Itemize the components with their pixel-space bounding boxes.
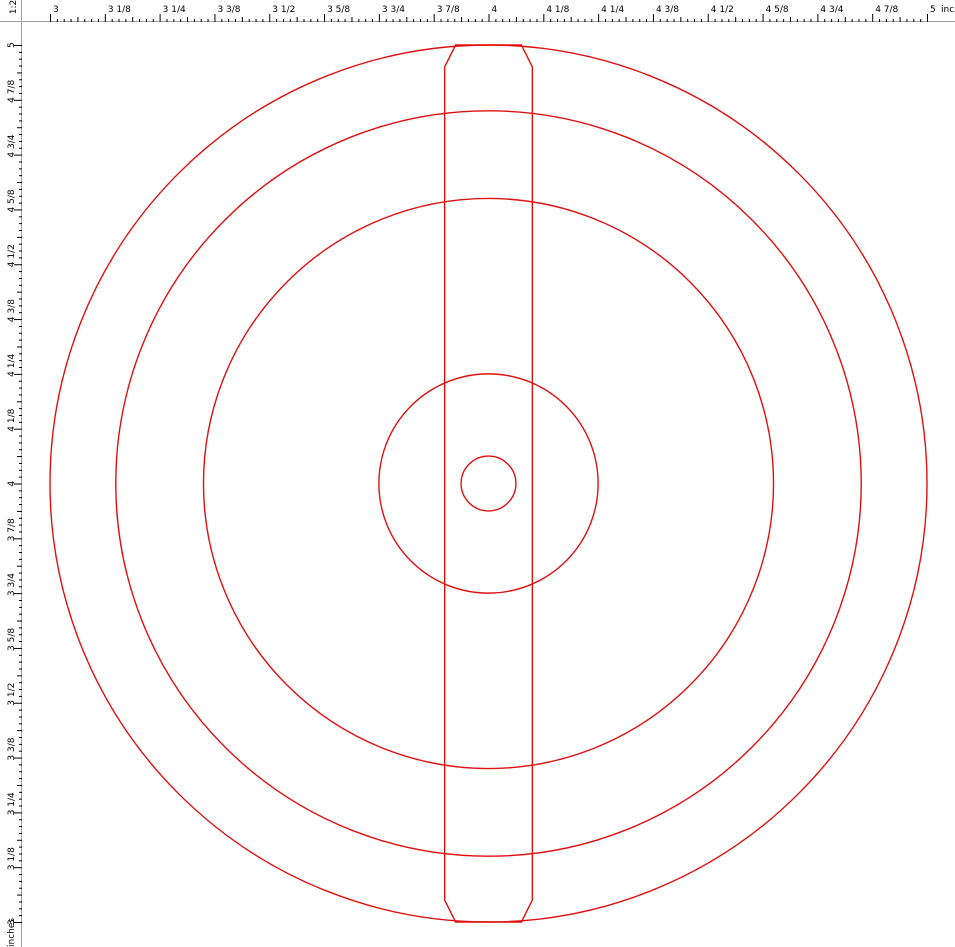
vertical-ruler-label: 3 1/2 [7, 683, 17, 706]
horizontal-ruler-ticks [22, 14, 955, 22]
vertical-ruler-label: 4 1/4 [7, 354, 17, 377]
outer-circle [49, 44, 928, 923]
horizontal-ruler-label: 3 5/8 [327, 5, 350, 15]
drawing-canvas[interactable] [22, 22, 955, 947]
vertical-ruler-label: 4 7/8 [7, 79, 17, 102]
horizontal-ruler-label: 3 [53, 5, 59, 15]
vertical-ruler-unit-label: inches [7, 918, 17, 947]
vertical-ruler-label: 4 3/4 [7, 134, 17, 157]
horizontal-ruler-label: 3 7/8 [437, 5, 460, 15]
horizontal-ruler-label: 4 [492, 5, 498, 15]
vertical-ruler-label: 3 1/4 [7, 792, 17, 815]
vertical-ruler-label: 3 1/8 [7, 847, 17, 870]
hub-circle [378, 373, 599, 594]
drawing-svg [49, 44, 928, 923]
horizontal-ruler-label: 4 3/8 [656, 5, 679, 15]
vertical-ruler-label: 3 3/8 [7, 737, 17, 760]
scale-label: 1:2 [9, 0, 20, 15]
cad-drawing-window: 1:2 3 3 1/8 3 1/4 3 3/8 3 1/2 3 5/8 3 3/4 3 7/8… [0, 0, 955, 947]
horizontal-ruler-label: 4 1/2 [711, 5, 734, 15]
vertical-ruler-label: 3 3/4 [7, 573, 17, 596]
vertical-ruler-label: 4 1/8 [7, 408, 17, 431]
horizontal-ruler-label: 4 1/4 [601, 5, 624, 15]
horizontal-ruler-label: 4 1/8 [546, 5, 569, 15]
vertical-ruler-label: 4 [7, 481, 17, 487]
center-hole [460, 455, 517, 512]
horizontal-ruler-unit-label: inches [941, 5, 955, 15]
vertical-ruler[interactable]: 5 4 7/8 4 3/4 4 5/8 4 1/2 4 3/8 4 1/4 4 1/8 4 3 7… [0, 22, 22, 947]
vertical-ruler-label: 3 5/8 [7, 628, 17, 651]
second-circle [115, 110, 862, 857]
horizontal-ruler-label: 3 1/8 [108, 5, 131, 15]
vertical-ruler-labels: 5 4 7/8 4 3/4 4 5/8 4 1/2 4 3/8 4 1/4 4 1/8 4 3 7… [7, 42, 17, 925]
vertical-ruler-label: 4 1/2 [7, 244, 17, 267]
horizontal-ruler-label: 4 3/4 [820, 5, 843, 15]
vertical-slot [443, 44, 534, 923]
horizontal-ruler-labels: 3 3 1/8 3 1/4 3 3/8 3 1/2 3 5/8 3 3/4 3 7/8 4 4 1… [53, 5, 936, 15]
vertical-ruler-label: 3 7/8 [7, 518, 17, 541]
horizontal-ruler-label: 3 1/4 [163, 5, 186, 15]
ruler-corner[interactable]: 1:2 [0, 0, 22, 22]
horizontal-ruler-label: 4 5/8 [766, 5, 789, 15]
horizontal-ruler[interactable]: 3 3 1/8 3 1/4 3 3/8 3 1/2 3 5/8 3 3/4 3 7/8 4 4 1… [22, 0, 955, 22]
vertical-ruler-label: 4 5/8 [7, 189, 17, 212]
horizontal-ruler-label: 3 3/4 [382, 5, 405, 15]
horizontal-ruler-label: 3 1/2 [272, 5, 295, 15]
horizontal-ruler-label: 4 7/8 [875, 5, 898, 15]
vertical-ruler-label: 4 3/8 [7, 299, 17, 322]
vertical-ruler-label: 5 [7, 42, 17, 48]
horizontal-ruler-label: 3 3/8 [217, 5, 240, 15]
horizontal-ruler-label: 5 [930, 5, 936, 15]
third-circle [202, 197, 775, 770]
